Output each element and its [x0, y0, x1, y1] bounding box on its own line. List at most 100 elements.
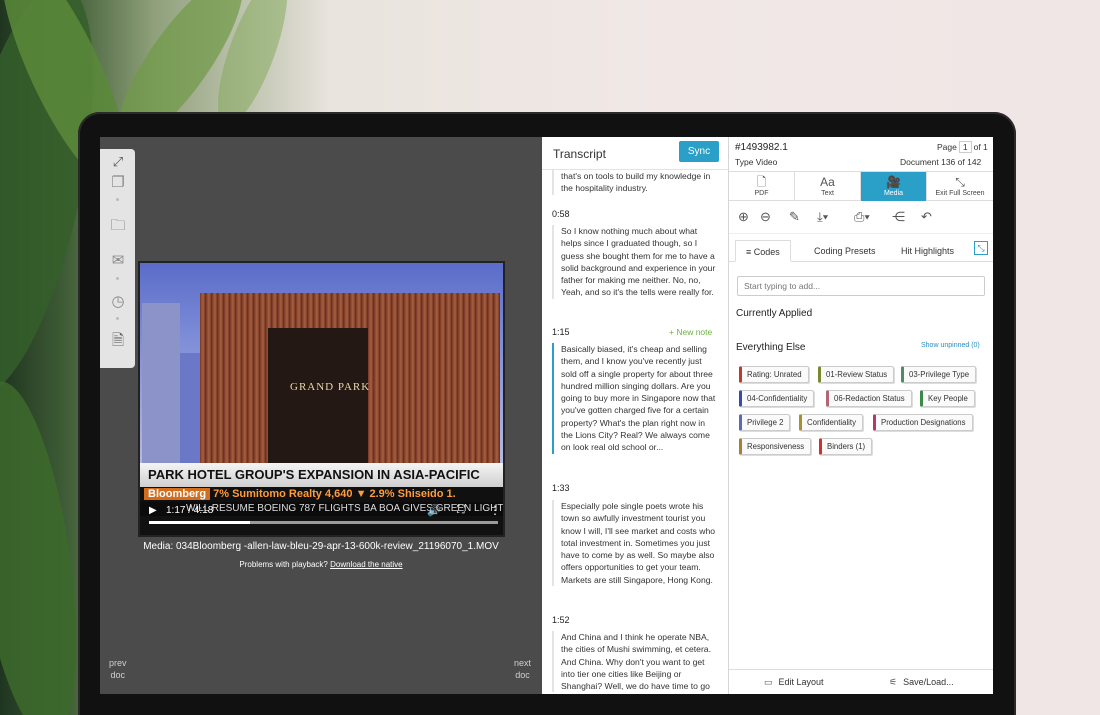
expand-icon[interactable]: ⤢: [108, 152, 128, 172]
code-tag[interactable]: Responsiveness: [739, 438, 812, 455]
download-native-link[interactable]: Download the native: [330, 560, 403, 569]
code-tag[interactable]: Rating: Unrated: [739, 366, 809, 383]
undo-icon[interactable]: ↶: [921, 209, 932, 225]
playback-help-text: Problems with playback?: [239, 560, 331, 569]
play-icon[interactable]: ▶: [149, 505, 157, 516]
transcript-panel: that's on tools to build my knowledge in…: [542, 137, 729, 694]
rail-separator: [116, 277, 119, 280]
playback-help: Problems with playback? Download the nat…: [100, 560, 542, 569]
transcript-segment-text[interactable]: Especially pole single poets wrote his t…: [552, 500, 719, 587]
code-tag[interactable]: 03-Privilege Type: [901, 366, 977, 383]
show-unpinned-link[interactable]: Show unpinned (0): [921, 342, 980, 349]
transcript-segment-text-active[interactable]: Basically biased, it's cheap and selling…: [552, 343, 719, 454]
video-frame-tower: [142, 303, 180, 463]
transcript-header: Transcript Sync: [542, 137, 728, 170]
code-tag[interactable]: Confidentiality: [799, 414, 863, 431]
tab-media[interactable]: 🎥 Media: [861, 172, 927, 201]
sliders-icon: ⚟: [889, 677, 898, 687]
coding-panel: #1493982.1 Type Video Page 1 of 1 Document…: [729, 137, 993, 694]
page-indicator: Page 1 of 1: [937, 141, 988, 153]
transcript-segment-text[interactable]: that's on tools to build my knowledge in…: [552, 170, 719, 195]
viewer-tool-rail: ⤢ ❐ 🗀 ✉ ◷ 🗎: [100, 149, 135, 368]
document-type: Type Video: [735, 157, 778, 167]
view-tabs: 🗋 PDF Aa Text 🎥 Media ⤡ Exit Full Screen: [729, 171, 993, 201]
fullscreen-icon[interactable]: ⛶: [457, 504, 465, 517]
media-icon: 🎥: [886, 175, 901, 189]
code-tag[interactable]: Binders (1): [819, 438, 873, 455]
page-number-input[interactable]: 1: [958, 141, 972, 153]
prev-doc-label-2: doc: [110, 670, 126, 680]
print-icon[interactable]: ⎙▾: [854, 209, 870, 225]
transcript-segment-text[interactable]: And China and I think he operate NBA, th…: [552, 631, 719, 693]
tab-text[interactable]: Aa Text: [795, 172, 861, 201]
tab-pdf-label: PDF: [754, 190, 769, 197]
code-tag[interactable]: Production Designations: [873, 414, 973, 431]
video-progress-bar[interactable]: [149, 521, 498, 524]
zoom-in-icon[interactable]: ⊕: [738, 209, 749, 225]
document-id: #1493982.1: [735, 142, 788, 153]
clock-icon[interactable]: ◷: [108, 292, 128, 312]
next-doc-button[interactable]: next doc: [514, 657, 531, 681]
tab-text-label: Text: [821, 190, 834, 197]
currently-applied-heading: Currently Applied: [736, 308, 813, 319]
sync-button[interactable]: Sync: [679, 141, 719, 162]
prev-doc-button[interactable]: prev doc: [109, 657, 127, 681]
video-time: 1:17 / 4:18: [166, 505, 214, 516]
media-viewer: ⤢ ❐ 🗀 ✉ ◷ 🗎 GRAND PARK PARK HOTEL GROUP'…: [100, 137, 542, 694]
video-ticker: Bloomberg 7% Sumitomo Realty 4,640 ▼ 2.9…: [140, 487, 503, 502]
code-tag[interactable]: Key People: [920, 390, 975, 407]
page-label: Page: [937, 142, 957, 152]
code-tag[interactable]: 01-Review Status: [818, 366, 895, 383]
panel-footer: ▭ Edit Layout ⚟ Save/Load...: [729, 669, 993, 694]
volume-icon[interactable]: 🔊: [427, 504, 441, 517]
tab-pdf[interactable]: 🗋 PDF: [729, 172, 795, 201]
media-filename: Media: 034Bloomberg -allen-law-bleu-29-a…: [143, 541, 499, 552]
coding-subtabs: ≡ Codes Coding Presets Hit Highlights: [729, 240, 993, 262]
video-building-sign: GRAND PARK: [290, 381, 371, 393]
code-search-input[interactable]: [737, 276, 985, 296]
code-tag[interactable]: 06-Redaction Status: [826, 390, 912, 407]
rail-separator: [116, 317, 119, 320]
edit-layout-label: Edit Layout: [778, 677, 824, 687]
tab-media-label: Media: [883, 190, 904, 197]
edit-layout-button[interactable]: ▭ Edit Layout: [764, 677, 824, 688]
transcript-timestamp[interactable]: 1:52: [552, 615, 570, 625]
video-frame-entrance: [268, 328, 368, 465]
tab-exit-label: Exit Full Screen: [935, 190, 985, 197]
video-controls: ▶ 1:17 / 4:18 🔊 ⛶ ⋮: [140, 501, 503, 531]
video-player[interactable]: GRAND PARK PARK HOTEL GROUP'S EXPANSION …: [138, 261, 505, 537]
ticker-text: 7% Sumitomo Realty 4,640 ▼ 2.9% Shiseido…: [213, 488, 456, 500]
document-icon[interactable]: 🗎: [108, 331, 128, 351]
rail-separator: [116, 198, 119, 201]
tab-codes-label: Codes: [753, 247, 780, 257]
tab-exit-fullscreen[interactable]: ⤡ Exit Full Screen: [927, 172, 993, 201]
transcript-timestamp[interactable]: 1:33: [552, 483, 570, 493]
code-tag[interactable]: Privilege 2: [739, 414, 791, 431]
code-tag[interactable]: 04-Confidentiality: [739, 390, 815, 407]
new-note-button[interactable]: + New note: [669, 327, 712, 337]
mail-icon[interactable]: ✉: [108, 251, 128, 271]
more-options-icon[interactable]: ⋮: [489, 503, 501, 517]
save-load-label: Save/Load...: [903, 677, 954, 687]
transcript-timestamp[interactable]: 0:58: [552, 209, 570, 219]
transcript-timestamp[interactable]: 1:15: [552, 327, 570, 337]
share-icon[interactable]: ⋲: [892, 209, 905, 225]
list-icon: ≡: [746, 247, 754, 257]
tab-hit-highlights[interactable]: Hit Highlights: [901, 240, 954, 262]
zoom-out-icon[interactable]: ⊖: [760, 209, 771, 225]
download-icon[interactable]: ⤓▾: [817, 209, 828, 225]
layout-icon: ▭: [764, 677, 773, 687]
prev-doc-label: prev: [109, 658, 127, 668]
tab-codes[interactable]: ≡ Codes: [735, 240, 791, 262]
copy-icon[interactable]: ❐: [108, 173, 128, 193]
everything-else-heading: Everything Else: [736, 342, 806, 353]
save-load-button[interactable]: ⚟ Save/Load...: [889, 677, 954, 688]
review-app-screen: ⤢ ❐ 🗀 ✉ ◷ 🗎 GRAND PARK PARK HOTEL GROUP'…: [100, 137, 993, 694]
ticker-brand: Bloomberg: [144, 488, 211, 500]
tab-coding-presets[interactable]: Coding Presets: [814, 240, 876, 262]
folder-icon[interactable]: 🗀: [108, 216, 128, 236]
transcript-title: Transcript: [553, 147, 606, 161]
transcript-segment-text[interactable]: So I know nothing much about what helps …: [552, 225, 719, 299]
panel-layout-icon[interactable]: ⤡: [974, 241, 988, 255]
pen-icon[interactable]: ✎: [789, 209, 800, 225]
